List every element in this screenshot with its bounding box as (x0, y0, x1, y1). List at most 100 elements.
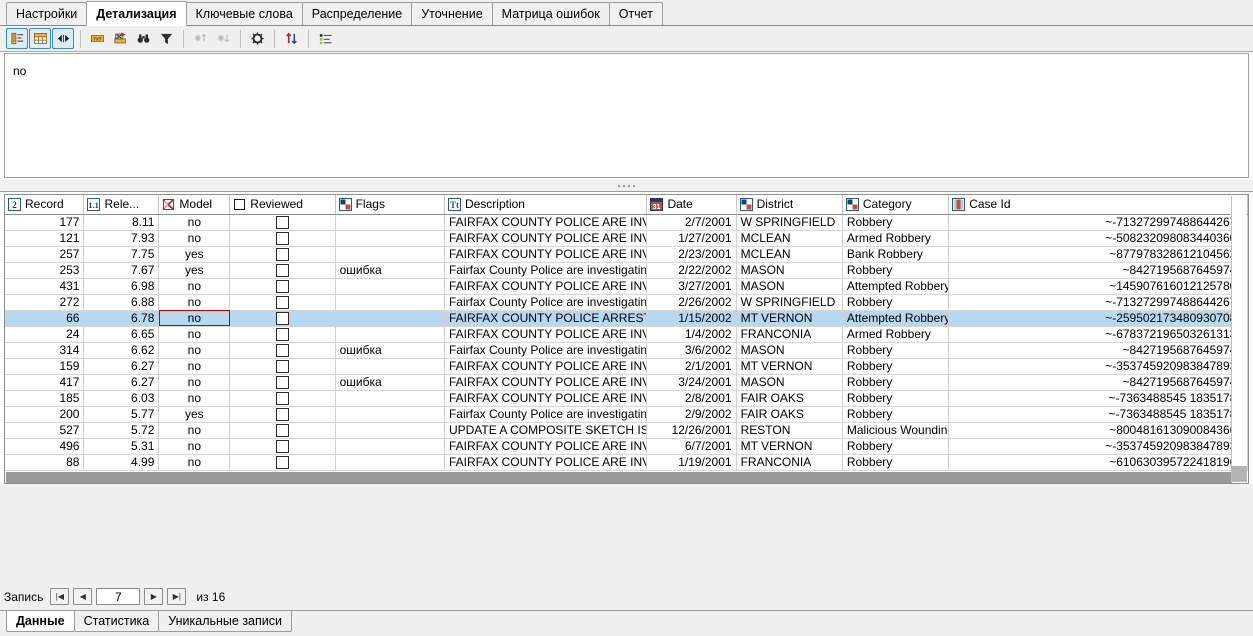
cell-flags[interactable] (335, 358, 445, 375)
cell-case_id[interactable]: ~-6783721965032613134 (948, 326, 1248, 343)
cell-description[interactable]: FAIRFAX COUNTY POLICE ARE INVESTIGA (444, 214, 648, 231)
cell-record[interactable]: 177 (5, 214, 85, 231)
reviewed-checkbox[interactable] (275, 312, 289, 325)
table-view-icon[interactable] (29, 28, 51, 49)
cell-description[interactable]: FAIRFAX COUNTY POLICE ARE INVESTIGA (444, 230, 648, 247)
cell-description[interactable]: FAIRFAX COUNTY POLICE ARE INVESTIGA (444, 358, 648, 375)
cell-category[interactable]: Robbery (842, 214, 950, 231)
cell-flags[interactable] (335, 230, 445, 247)
cell-relevance[interactable]: 7.75 (83, 246, 160, 263)
cell-case_id[interactable]: ~-7363488545 18351786 (948, 406, 1248, 423)
excel-export-icon[interactable] (109, 28, 131, 49)
cell-flags[interactable] (335, 406, 445, 423)
reviewed-checkbox[interactable] (275, 440, 289, 453)
table-row[interactable]: 4316.98no FAIRFAX COUNTY POLICE ARE INVES… (5, 278, 1248, 295)
cell-model[interactable]: no (158, 230, 231, 247)
cell-description[interactable]: Fairfax County Police are investigating … (444, 262, 648, 279)
cell-description[interactable]: FAIRFAX COUNTY POLICE ARE INVESTIGA (444, 454, 648, 471)
cell-reviewed[interactable] (229, 374, 336, 391)
data-grid[interactable]: 2 Record 1.1 Rele... Model Reviewed Flags Tt Des… (4, 194, 1249, 484)
column-header-description[interactable]: Tt Description (444, 195, 648, 215)
reviewed-checkbox[interactable] (275, 456, 289, 469)
cell-description[interactable]: FAIRFAX COUNTY POLICE ARE INVESTIGA (444, 390, 648, 407)
cell-case_id[interactable]: ~1459076160121257804 (948, 278, 1248, 295)
cell-description[interactable]: Fairfax County Police are investigating … (444, 406, 648, 423)
cell-reviewed[interactable] (229, 358, 336, 375)
next-record-button[interactable]: ▶ (144, 588, 164, 605)
cell-flags[interactable]: ошибка (335, 342, 445, 359)
cell-relevance[interactable]: 6.65 (83, 326, 160, 343)
table-row[interactable]: 1856.03no FAIRFAX COUNTY POLICE ARE INVES… (5, 390, 1248, 407)
cell-category[interactable]: Robbery (842, 294, 950, 311)
cell-record[interactable]: 121 (5, 230, 85, 247)
table-row[interactable]: 1596.27no FAIRFAX COUNTY POLICE ARE INVES… (5, 358, 1248, 375)
main-tab-5[interactable]: Матрица ошибок (491, 2, 610, 25)
table-row[interactable]: 4965.31no FAIRFAX COUNTY POLICE ARE INVES… (5, 438, 1248, 455)
cell-case_id[interactable]: ~84271956876459740 (948, 374, 1248, 391)
cell-model[interactable]: no (158, 438, 231, 455)
cell-model[interactable]: no (158, 326, 231, 343)
cell-category[interactable]: Robbery (842, 262, 950, 279)
cell-flags[interactable] (335, 454, 445, 471)
cell-relevance[interactable]: 8.11 (83, 214, 160, 231)
cell-case_id[interactable]: ~84271956876459740 (948, 262, 1248, 279)
filter-funnel-icon[interactable] (155, 28, 177, 49)
reviewed-checkbox[interactable] (275, 328, 289, 341)
cell-date[interactable]: 2/9/2002 (646, 406, 737, 423)
cell-record[interactable]: 88 (5, 454, 85, 471)
reviewed-checkbox[interactable] (275, 376, 289, 389)
cell-description[interactable]: Fairfax County Police are investigating … (444, 342, 648, 359)
table-row[interactable]: 666.78no FAIRFAX COUNTY POLICE ARRESTED C… (5, 310, 1248, 327)
cell-case_id[interactable]: ~8004816130900843661 (948, 422, 1248, 439)
cell-date[interactable]: 6/7/2001 (646, 438, 737, 455)
cell-model[interactable]: no (158, 454, 231, 471)
cell-relevance[interactable]: 5.72 (83, 422, 160, 439)
cell-case_id[interactable]: ~-7132729974886442674 (948, 294, 1248, 311)
cell-category[interactable]: Attempted Robbery (842, 278, 950, 295)
cell-relevance[interactable]: 7.67 (83, 262, 160, 279)
first-record-button[interactable]: |◀ (50, 588, 70, 605)
cell-date[interactable]: 3/27/2001 (646, 278, 737, 295)
cell-district[interactable]: FRANCONIA (736, 454, 843, 471)
bottom-tab-0[interactable]: Данные (6, 611, 75, 632)
cell-description[interactable]: UPDATE A COMPOSITE SKETCH IS NOW A (444, 422, 648, 439)
cell-district[interactable]: MASON (736, 342, 843, 359)
cell-reviewed[interactable] (229, 390, 336, 407)
cell-record[interactable]: 272 (5, 294, 85, 311)
cell-case_id[interactable]: ~-5082320980834403607 (948, 230, 1248, 247)
cell-category[interactable]: Attempted Robbery (842, 310, 950, 327)
table-row[interactable]: 1217.93no FAIRFAX COUNTY POLICE ARE INVES… (5, 230, 1248, 247)
cell-district[interactable]: RESTON (736, 422, 843, 439)
main-tab-0[interactable]: Настройки (6, 2, 88, 25)
column-header-case-id[interactable]: Case Id (948, 195, 1248, 215)
column-header-district[interactable]: District (736, 195, 843, 215)
find-binoculars-icon[interactable] (132, 28, 154, 49)
cell-date[interactable]: 1/27/2001 (646, 230, 737, 247)
cell-case_id[interactable]: ~8779783286121045625 (948, 246, 1248, 263)
cell-case_id[interactable]: ~-7132729974886442674 (948, 214, 1248, 231)
table-row[interactable]: 253 7.67 yes ошибка Fairfax County Police ar… (5, 262, 1248, 279)
previous-record-button[interactable]: ◀ (73, 588, 93, 605)
cell-flags[interactable] (335, 278, 445, 295)
current-record-input[interactable]: 7 (96, 588, 141, 605)
main-tab-6[interactable]: Отчет (608, 2, 663, 25)
cell-model[interactable]: yes (158, 406, 231, 423)
cell-flags[interactable] (335, 438, 445, 455)
cell-relevance[interactable]: 6.03 (83, 390, 160, 407)
cell-date[interactable]: 2/1/2001 (646, 358, 737, 375)
cell-model[interactable]: no (158, 374, 231, 391)
cell-category[interactable]: Robbery (842, 358, 950, 375)
cell-relevance[interactable]: 6.88 (83, 294, 160, 311)
table-row[interactable]: 2577.75yes FAIRFAX COUNTY POLICE ARE INVE… (5, 246, 1248, 263)
cell-description[interactable]: FAIRFAX COUNTY POLICE ARRESTED CED (444, 310, 648, 327)
cell-date[interactable]: 12/26/2001 (646, 422, 737, 439)
cell-model[interactable]: no (158, 294, 231, 311)
cell-date[interactable]: 2/23/2001 (646, 246, 737, 263)
cell-reviewed[interactable] (229, 294, 336, 311)
cell-relevance[interactable]: 6.27 (83, 358, 160, 375)
cell-model[interactable]: yes (158, 246, 231, 263)
column-header-date[interactable]: 31 Date (646, 195, 737, 215)
cell-case_id[interactable]: ~-7363488545 18351786 (948, 390, 1248, 407)
cell-model[interactable]: no (158, 310, 231, 327)
cell-district[interactable]: MT VERNON (736, 310, 843, 327)
